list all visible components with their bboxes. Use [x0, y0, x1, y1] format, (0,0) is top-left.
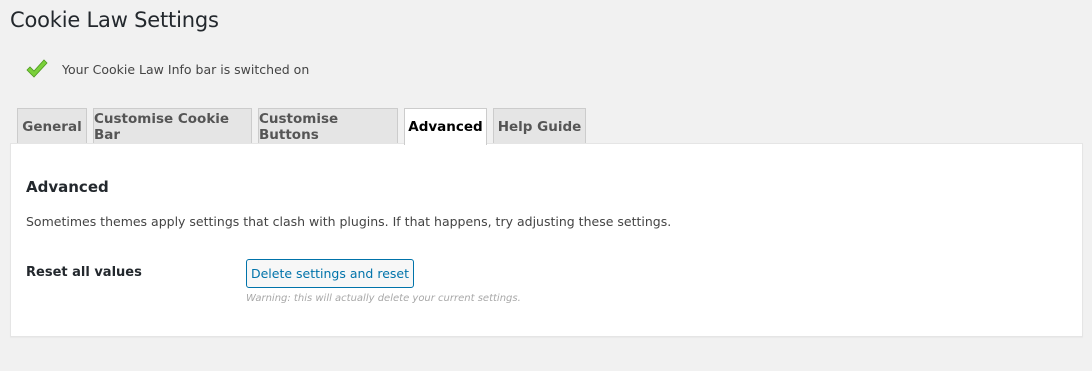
- warning-text: Warning: this will actually delete your …: [246, 293, 521, 304]
- notice-text: Your Cookie Law Info bar is switched on: [62, 61, 310, 77]
- settings-tabs: General Customise Cookie Bar Customise B…: [17, 108, 592, 145]
- advanced-panel: Advanced Sometimes themes apply settings…: [10, 143, 1083, 337]
- reset-label: Reset all values: [26, 265, 142, 280]
- page-title: Cookie Law Settings: [10, 8, 219, 32]
- panel-description: Sometimes themes apply settings that cla…: [26, 214, 672, 229]
- check-icon: [26, 59, 48, 78]
- tab-customise-cookie-bar[interactable]: Customise Cookie Bar: [93, 108, 252, 144]
- tab-general[interactable]: General: [17, 108, 87, 144]
- tab-help-guide[interactable]: Help Guide: [493, 108, 586, 144]
- panel-heading: Advanced: [26, 178, 109, 196]
- delete-settings-button[interactable]: Delete settings and reset: [246, 259, 414, 288]
- tab-advanced[interactable]: Advanced: [404, 108, 487, 145]
- status-notice: Your Cookie Law Info bar is switched on: [26, 59, 309, 79]
- tab-customise-buttons[interactable]: Customise Buttons: [258, 108, 398, 144]
